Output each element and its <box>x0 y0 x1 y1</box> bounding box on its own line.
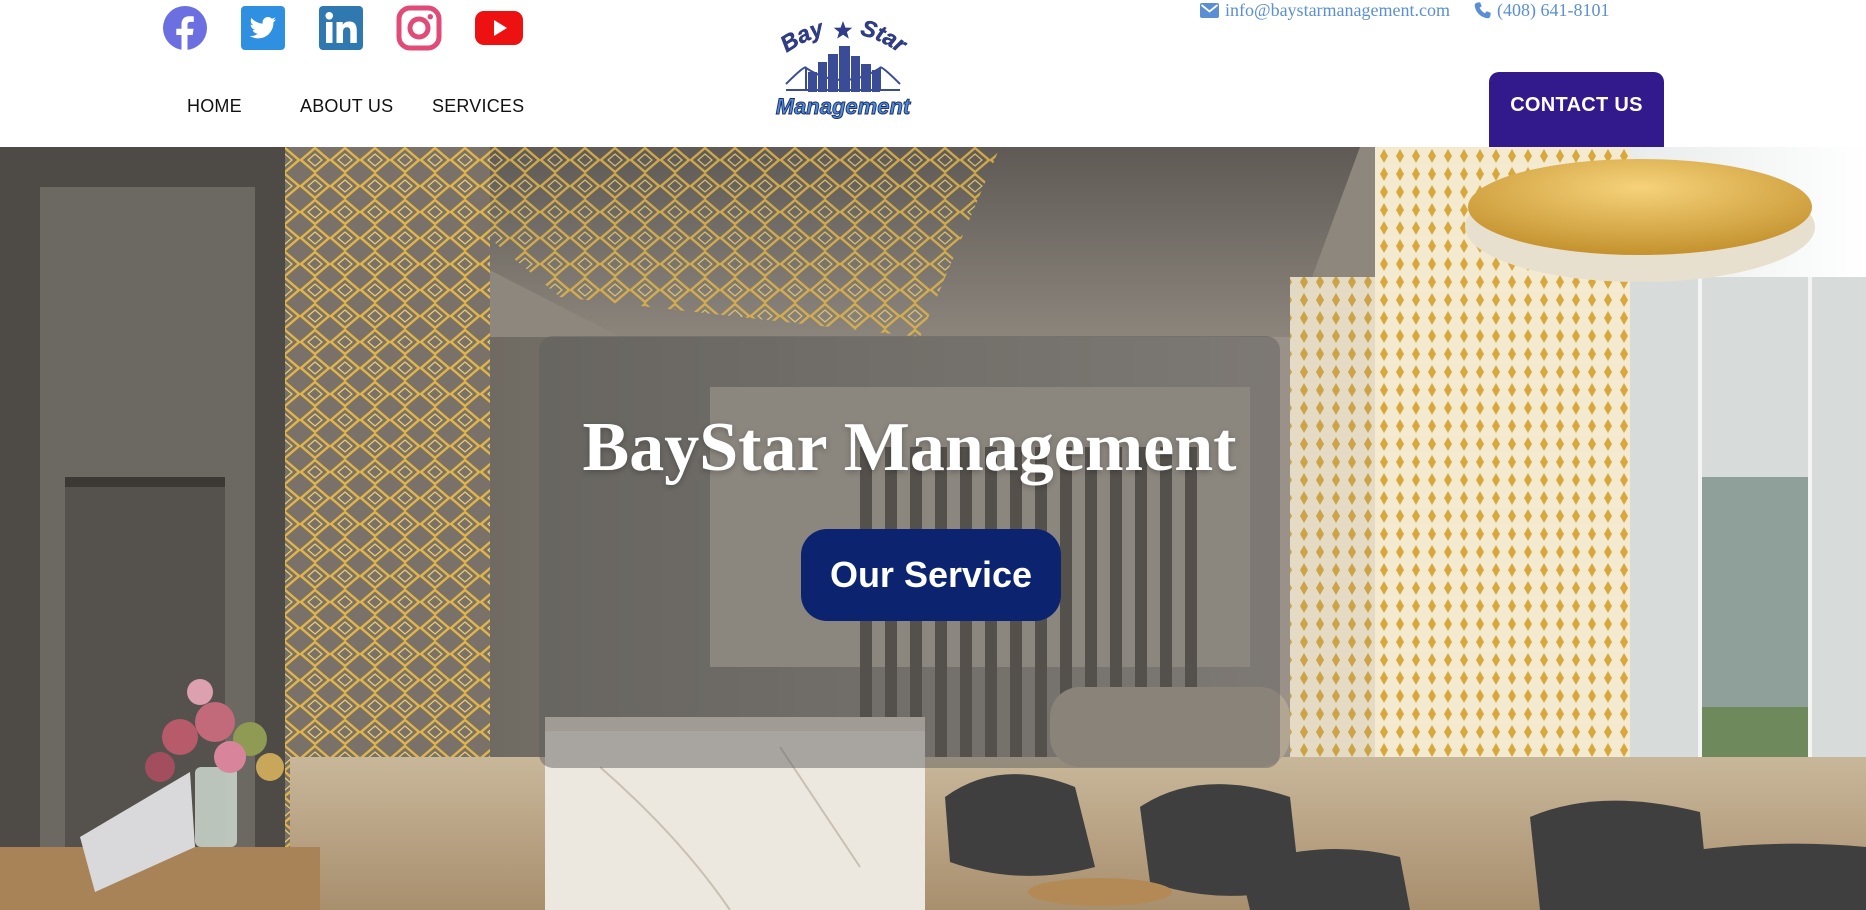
site-header: HOME ABOUT US SERVICES Bay Star Manageme… <box>0 0 1866 147</box>
logo-word-management: Management <box>776 94 912 119</box>
hero-overlay-panel: BayStar Management Our Service <box>539 336 1280 768</box>
svg-text:Star: Star <box>858 14 912 58</box>
hero-title: BayStar Management <box>582 409 1237 486</box>
logo-word-bay: Bay <box>775 14 827 57</box>
logo-word-star: Star <box>858 14 913 58</box>
youtube-icon[interactable] <box>474 5 524 51</box>
facebook-icon[interactable] <box>162 5 208 51</box>
linkedin-icon[interactable] <box>318 5 364 51</box>
social-links <box>162 5 524 51</box>
phone-text: (408) 641-8101 <box>1497 0 1610 20</box>
hero-section: BayStar Management Our Service <box>0 147 1866 910</box>
nav-home[interactable]: HOME <box>187 96 242 117</box>
nav-services[interactable]: SERVICES <box>432 96 524 117</box>
svg-text:Bay: Bay <box>775 14 827 57</box>
logo-star-icon <box>833 21 853 39</box>
nav-about-us[interactable]: ABOUT US <box>300 96 393 117</box>
logo-skyline-icon <box>808 46 880 92</box>
instagram-icon[interactable] <box>396 5 442 51</box>
envelope-icon <box>1200 2 1219 18</box>
phone-icon <box>1474 1 1491 18</box>
phone-link[interactable]: (408) 641-8101 <box>1474 0 1609 21</box>
twitter-icon[interactable] <box>240 5 286 51</box>
email-link[interactable]: info@baystarmanagement.com <box>1200 0 1450 21</box>
site-logo[interactable]: Bay Star Management <box>768 14 918 120</box>
our-service-button[interactable]: Our Service <box>801 529 1061 621</box>
contact-info: info@baystarmanagement.com (408) 641-810… <box>1200 0 1609 20</box>
email-text: info@baystarmanagement.com <box>1225 0 1450 20</box>
contact-us-button[interactable]: CONTACT US <box>1489 72 1664 147</box>
